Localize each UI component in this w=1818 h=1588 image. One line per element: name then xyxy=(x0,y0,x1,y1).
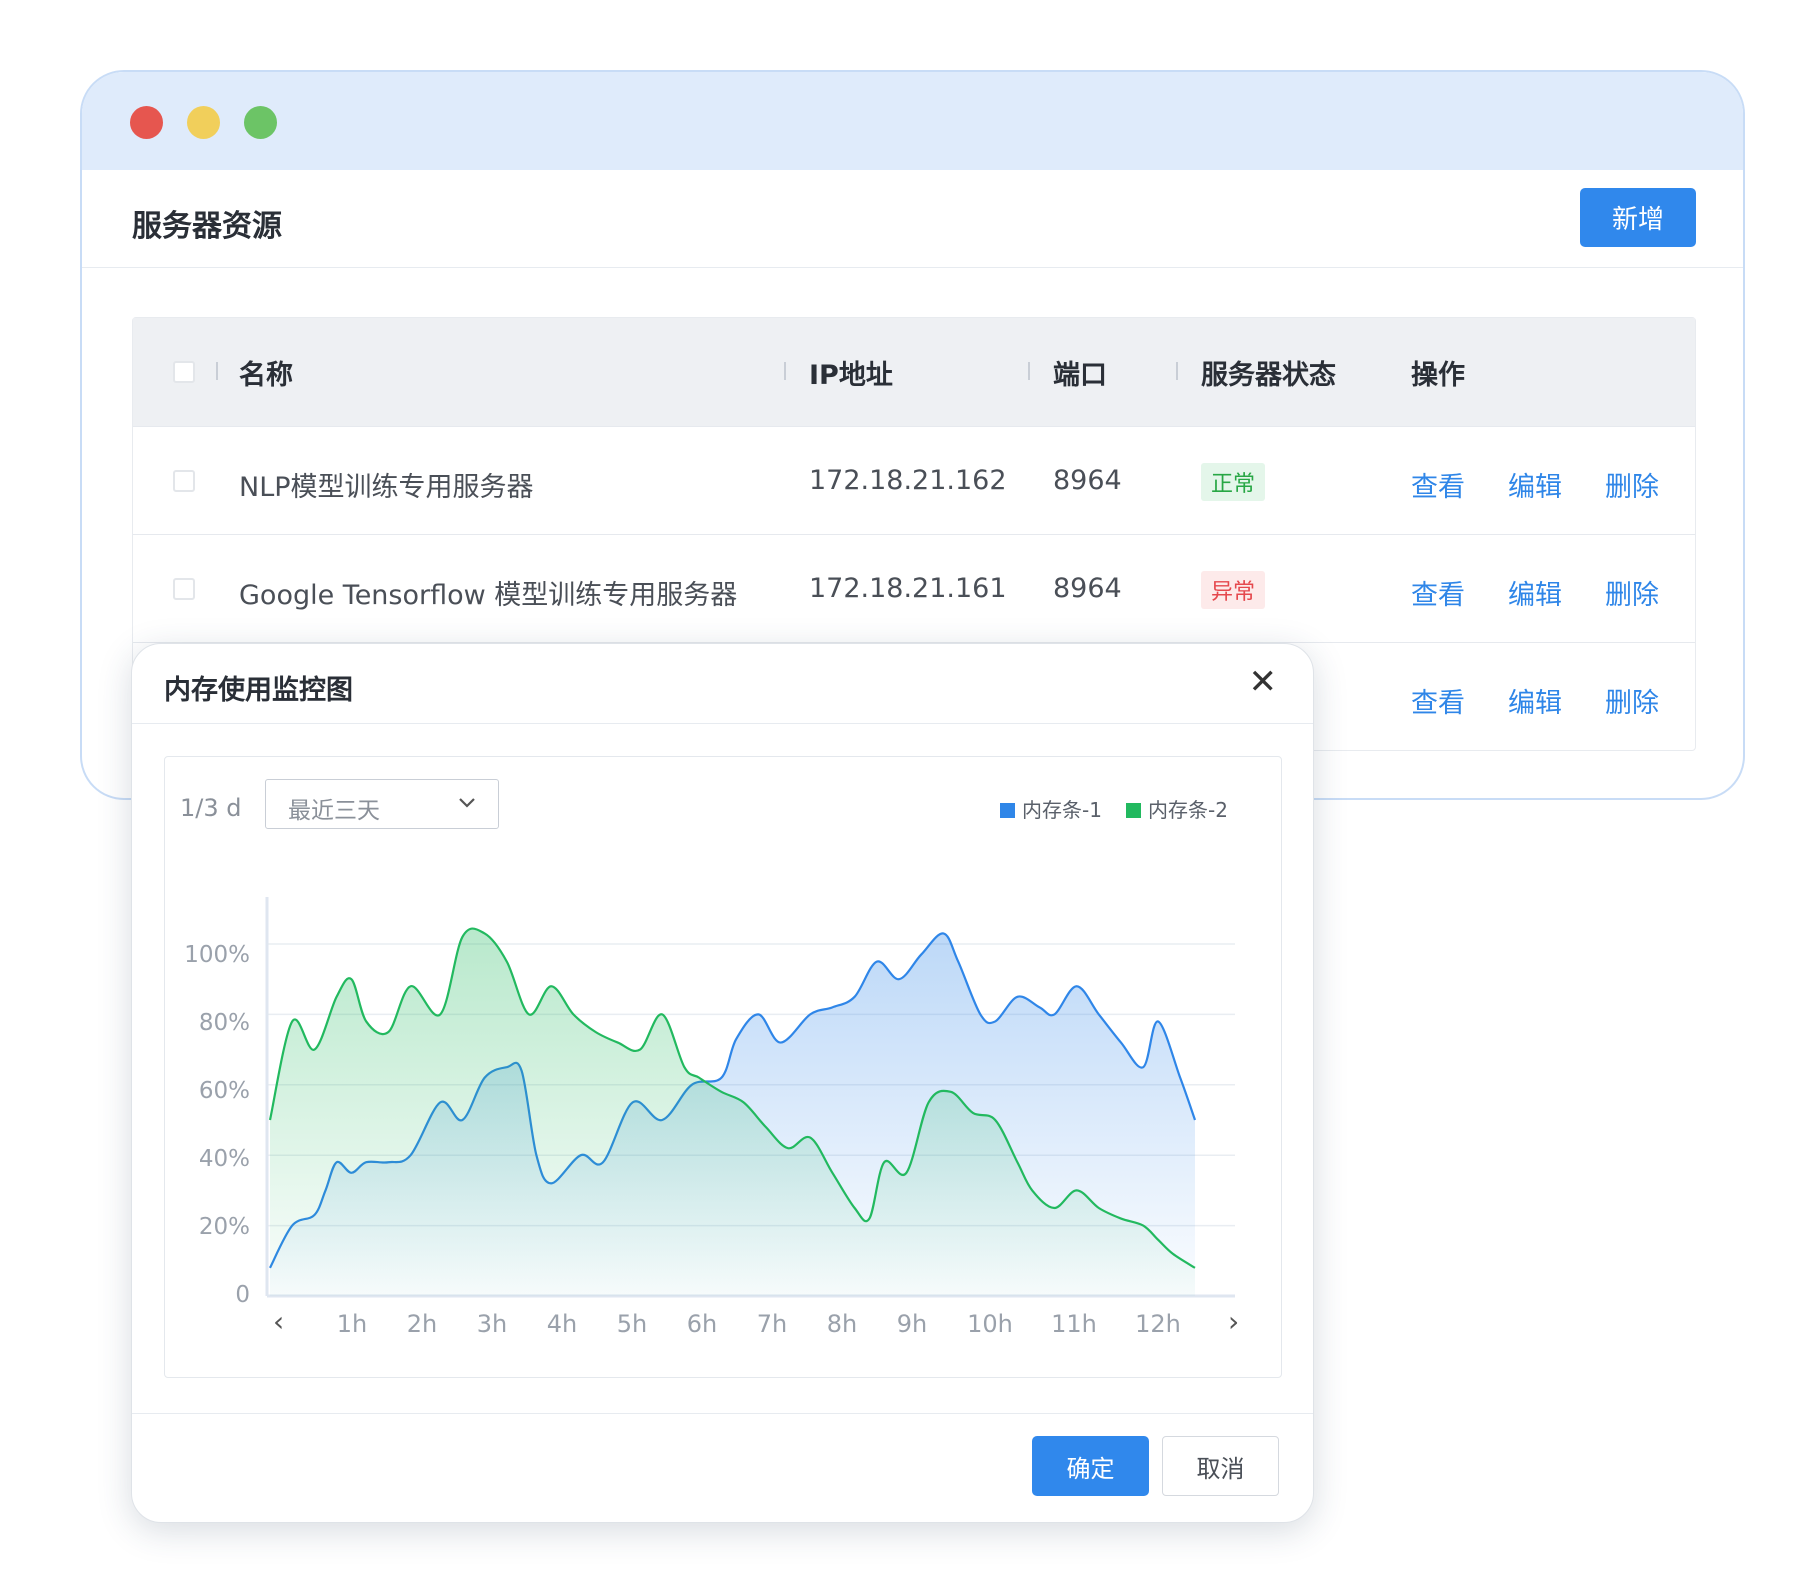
server-name: NLP模型训练专用服务器 xyxy=(239,472,534,503)
title-bar xyxy=(82,72,1743,170)
header-port: 端口 xyxy=(1053,360,1107,391)
dialog-header: 内存使用监控图 ✕ xyxy=(132,644,1313,724)
delete-link[interactable]: 删除 xyxy=(1605,573,1659,612)
dialog-footer: 确定 取消 xyxy=(132,1413,1313,1522)
x-tick-label: 12h xyxy=(1135,1310,1181,1338)
x-tick-label: 2h xyxy=(406,1310,438,1338)
memory-monitor-dialog: 内存使用监控图 ✕ 1/3 d 最近三天 内存条-1 内存条-2 0 20% 4… xyxy=(131,643,1314,1523)
x-tick-label: 8h xyxy=(826,1310,858,1338)
x-tick-label: 5h xyxy=(616,1310,648,1338)
x-tick-label: 10h xyxy=(967,1310,1013,1338)
add-button[interactable]: 新增 xyxy=(1580,188,1696,247)
table-row: NLP模型训练专用服务器 172.18.21.162 8964 正常 查看 编辑… xyxy=(133,426,1695,534)
column-separator xyxy=(784,362,786,380)
column-separator xyxy=(1176,362,1178,380)
dialog-title: 内存使用监控图 xyxy=(164,675,353,706)
memory-chart xyxy=(265,897,1235,1298)
server-port: 8964 xyxy=(1053,573,1122,604)
chevron-right-icon[interactable]: › xyxy=(1228,1305,1239,1338)
column-separator xyxy=(1028,362,1030,380)
header-actions: 操作 xyxy=(1411,360,1465,391)
close-icon[interactable]: ✕ xyxy=(1249,662,1278,702)
chevron-left-icon[interactable]: ‹ xyxy=(273,1305,284,1338)
view-link[interactable]: 查看 xyxy=(1411,573,1465,612)
header-name: 名称 xyxy=(239,360,293,391)
header-status: 服务器状态 xyxy=(1201,360,1336,391)
close-dot[interactable] xyxy=(130,106,163,139)
edit-link[interactable]: 编辑 xyxy=(1508,573,1562,612)
table-header: 名称 IP地址 端口 服务器状态 操作 xyxy=(133,318,1695,426)
x-tick-label: 11h xyxy=(1051,1310,1097,1338)
x-tick-label: 7h xyxy=(756,1310,788,1338)
view-link[interactable]: 查看 xyxy=(1411,681,1465,720)
cancel-button[interactable]: 取消 xyxy=(1162,1436,1279,1496)
header-ip: IP地址 xyxy=(809,360,893,391)
x-tick-label: 1h xyxy=(336,1310,368,1338)
edit-link[interactable]: 编辑 xyxy=(1508,465,1562,504)
page-header: 服务器资源 新增 xyxy=(82,170,1743,268)
delete-link[interactable]: 删除 xyxy=(1605,465,1659,504)
maximize-dot[interactable] xyxy=(244,106,277,139)
minimize-dot[interactable] xyxy=(187,106,220,139)
page-title: 服务器资源 xyxy=(132,209,282,244)
x-tick-label: 3h xyxy=(476,1310,508,1338)
row-checkbox[interactable] xyxy=(173,578,195,600)
x-tick-label: 9h xyxy=(896,1310,928,1338)
row-checkbox[interactable] xyxy=(173,470,195,492)
chart-card: 1/3 d 最近三天 内存条-1 内存条-2 0 20% 40% 60% 80%… xyxy=(164,756,1282,1378)
confirm-button[interactable]: 确定 xyxy=(1032,1436,1149,1496)
edit-link[interactable]: 编辑 xyxy=(1508,681,1562,720)
server-ip: 172.18.21.162 xyxy=(809,465,1007,496)
table-row: Google Tensorflow 模型训练专用服务器 172.18.21.16… xyxy=(133,534,1695,642)
server-port: 8964 xyxy=(1053,465,1122,496)
x-tick-label: 6h xyxy=(686,1310,718,1338)
status-badge: 正常 xyxy=(1201,463,1266,501)
x-tick-label: 4h xyxy=(546,1310,578,1338)
delete-link[interactable]: 删除 xyxy=(1605,681,1659,720)
status-badge: 异常 xyxy=(1201,571,1266,609)
server-name: Google Tensorflow 模型训练专用服务器 xyxy=(239,580,738,611)
view-link[interactable]: 查看 xyxy=(1411,465,1465,504)
select-all-checkbox[interactable] xyxy=(173,361,195,383)
server-ip: 172.18.21.161 xyxy=(809,573,1007,604)
column-separator xyxy=(216,362,218,380)
